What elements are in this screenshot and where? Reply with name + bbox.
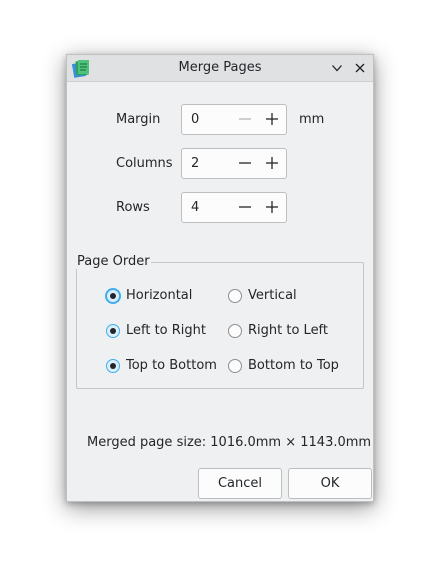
merged-page-size: Merged page size: 1016.0mm × 1143.0mm <box>87 435 372 450</box>
radio-indicator <box>228 358 242 373</box>
radio-horizontal[interactable]: Horizontal <box>106 288 192 303</box>
margin-label: Margin <box>116 112 161 127</box>
radio-top-to-bottom[interactable]: Top to Bottom <box>106 358 217 373</box>
radio-left-to-right[interactable]: Left to Right <box>106 323 206 338</box>
minus-icon[interactable] <box>238 200 252 214</box>
radio-indicator <box>228 288 242 303</box>
radio-indicator <box>106 358 120 373</box>
rows-spinbox[interactable]: 4 <box>181 192 287 223</box>
radio-vertical[interactable]: Vertical <box>228 288 297 303</box>
radio-right-to-left-label: Right to Left <box>248 323 329 338</box>
rows-label: Rows <box>116 200 150 215</box>
columns-spinbox[interactable]: 2 <box>181 148 287 179</box>
radio-vertical-label: Vertical <box>248 288 297 303</box>
window-title: Merge Pages <box>178 60 262 75</box>
margin-unit: mm <box>299 112 325 127</box>
radio-left-to-right-label: Left to Right <box>126 323 207 338</box>
rows-value[interactable]: 4 <box>191 200 199 215</box>
close-icon <box>355 63 365 73</box>
radio-top-to-bottom-label: Top to Bottom <box>126 358 217 373</box>
radio-indicator <box>228 323 242 338</box>
plus-icon[interactable] <box>265 200 279 214</box>
columns-label: Columns <box>116 156 173 171</box>
margin-value[interactable]: 0 <box>191 112 199 127</box>
radio-horizontal-label: Horizontal <box>126 288 193 303</box>
radio-right-to-left[interactable]: Right to Left <box>228 323 328 338</box>
minimize-button[interactable] <box>329 60 345 76</box>
radio-bottom-to-top-label: Bottom to Top <box>248 358 339 373</box>
margin-spinbox[interactable]: 0 <box>181 104 287 135</box>
columns-value[interactable]: 2 <box>191 156 199 171</box>
title-bar[interactable]: Merge Pages <box>67 55 373 82</box>
minus-icon[interactable] <box>238 156 252 170</box>
plus-icon[interactable] <box>265 156 279 170</box>
plus-icon[interactable] <box>265 112 279 126</box>
radio-bottom-to-top[interactable]: Bottom to Top <box>228 358 339 373</box>
radio-indicator <box>106 323 120 338</box>
chevron-down-icon <box>332 65 342 72</box>
page-order-title: Page Order <box>76 254 151 269</box>
radio-indicator <box>106 288 120 303</box>
ok-button[interactable]: OK <box>288 468 372 499</box>
cancel-button[interactable]: Cancel <box>198 468 282 499</box>
merge-pages-dialog: Merge Pages Margin 0 mm Columns 2 Rows 4… <box>66 54 374 502</box>
minus-icon <box>239 118 251 120</box>
close-button[interactable] <box>352 60 368 76</box>
